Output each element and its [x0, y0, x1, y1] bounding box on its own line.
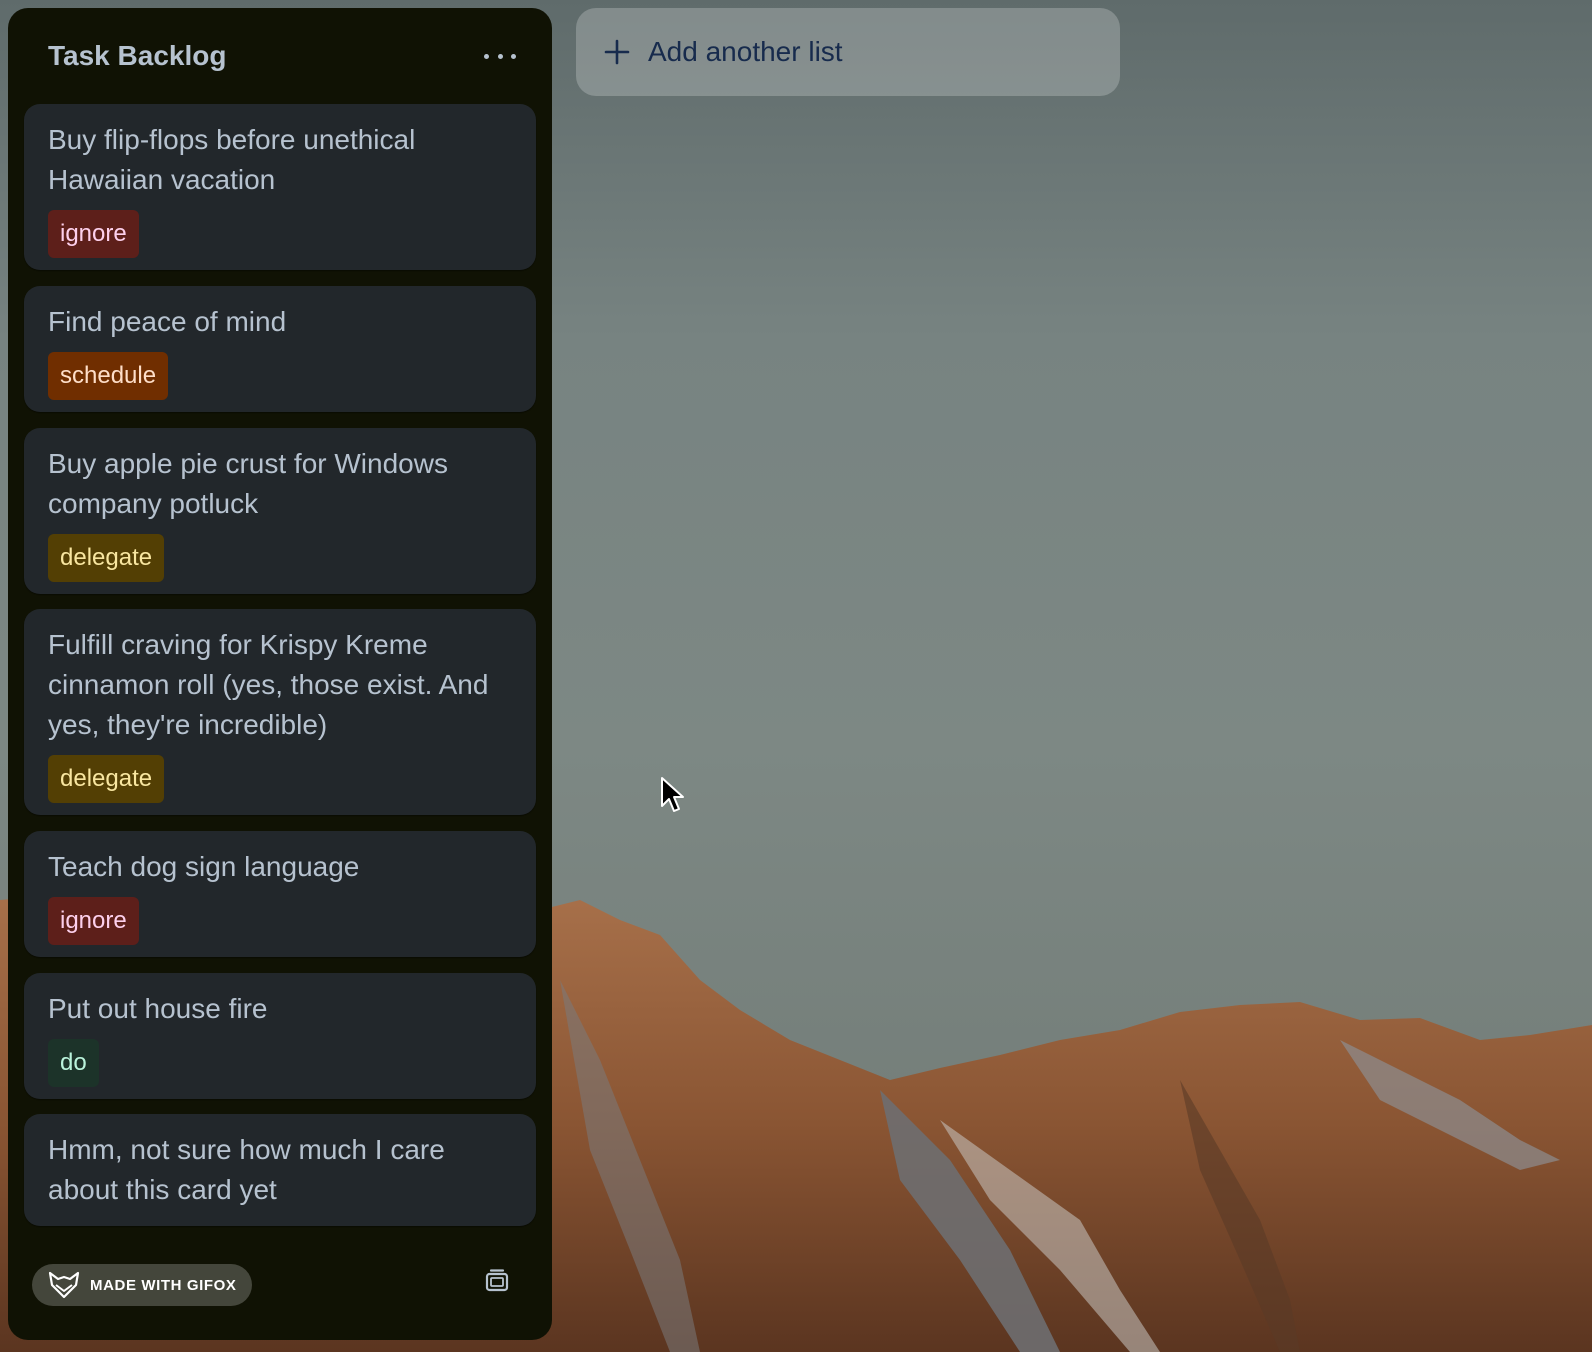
list-task-backlog: Task Backlog Buy flip-flops before uneth…: [8, 8, 552, 1340]
mouse-cursor-icon: [661, 777, 684, 812]
watermark-text: MADE WITH GIFOX: [90, 1276, 237, 1294]
add-another-list-button[interactable]: Add another list: [576, 8, 1120, 96]
card-label: schedule: [48, 352, 169, 400]
card[interactable]: Buy flip-flops before unethical Hawaiian…: [24, 104, 536, 270]
card[interactable]: Find peace of mind schedule: [24, 286, 536, 412]
fox-logo-icon: [48, 1271, 80, 1299]
more-horizontal-icon[interactable]: [484, 42, 516, 70]
card-title: Find peace of mind: [48, 306, 287, 337]
card-title: Teach dog sign language: [48, 851, 360, 882]
card[interactable]: Hmm, not sure how much I care about this…: [24, 1114, 536, 1226]
list-header: Task Backlog: [8, 8, 552, 104]
card-label: do: [48, 1039, 99, 1087]
card[interactable]: Teach dog sign language ignore: [24, 831, 536, 957]
plus-icon: [604, 39, 630, 65]
list-title[interactable]: Task Backlog: [48, 40, 226, 72]
card-label: ignore: [48, 897, 139, 945]
card-title: Buy flip-flops before unethical Hawaiian…: [48, 124, 416, 195]
card-label: delegate: [48, 534, 165, 582]
add-list-label: Add another list: [648, 36, 843, 67]
card-label: ignore: [48, 210, 139, 258]
card-title: Fulfill craving for Krispy Kreme cinnamo…: [48, 629, 489, 740]
card-title: Buy apple pie crust for Windows company …: [48, 448, 448, 519]
card-title: Hmm, not sure how much I care about this…: [48, 1134, 445, 1205]
gifox-watermark: MADE WITH GIFOX: [32, 1264, 252, 1306]
card-label: delegate: [48, 755, 165, 803]
card[interactable]: Buy apple pie crust for Windows company …: [24, 428, 536, 594]
card-title: Put out house fire: [48, 993, 268, 1024]
card[interactable]: Put out house fire do: [24, 973, 536, 1099]
card[interactable]: Fulfill craving for Krispy Kreme cinnamo…: [24, 609, 536, 815]
card-template-icon[interactable]: [484, 1268, 510, 1294]
